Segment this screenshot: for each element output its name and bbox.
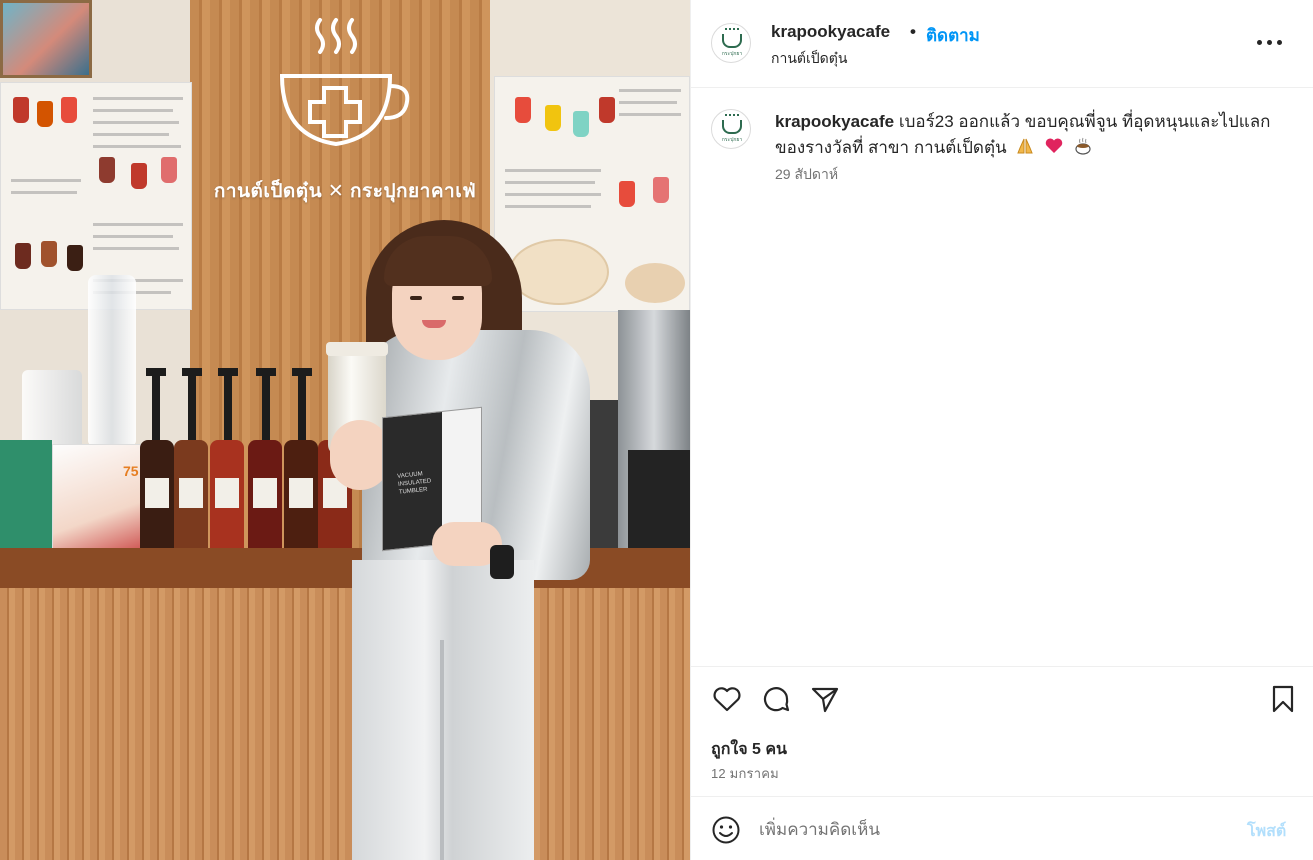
promo-price: 75 xyxy=(123,463,139,479)
post-actions: ถูกใจ 5 คน 12 มกราคม xyxy=(691,666,1313,796)
caption-block: กระปุกยา krapookyacafe เบอร์23 ออกแล้ว ข… xyxy=(691,88,1313,666)
red-heart-icon xyxy=(1045,138,1063,153)
syrup-bottle xyxy=(248,440,282,552)
separator-dot: • xyxy=(910,22,916,41)
counter-front xyxy=(0,588,690,860)
comment-input[interactable] xyxy=(759,815,1229,845)
syrup-bottle xyxy=(210,440,244,552)
wall-painting xyxy=(0,0,92,78)
cup-stack xyxy=(88,275,136,445)
username-link[interactable]: krapookyacafe xyxy=(771,22,890,42)
emoji-icon[interactable] xyxy=(711,815,741,845)
avatar[interactable]: กระปุกยา xyxy=(711,109,751,149)
caption-timestamp[interactable]: 29 สัปดาห์ xyxy=(775,164,838,186)
watch xyxy=(490,545,514,579)
cafe-logo-icon xyxy=(279,18,410,147)
caption: krapookyacafe เบอร์23 ออกแล้ว ขอบคุณพี่จ… xyxy=(775,109,1275,161)
follow-button[interactable]: ติดตาม xyxy=(926,22,980,49)
post-date[interactable]: 12 มกราคม xyxy=(711,763,779,784)
caption-username[interactable]: krapookyacafe xyxy=(775,112,894,131)
post-header: กระปุกยา krapookyacafe • ติดตาม กานต์เป็… xyxy=(691,0,1313,88)
folded-hands-icon xyxy=(1017,138,1034,154)
post-photo[interactable]: กานต์เป็ดตุ๋น ✕ กระปุกยาคาเฟ่ 75 VACUUM … xyxy=(0,0,690,860)
comment-bar: โพสต์ xyxy=(691,796,1313,860)
cafe-sign: กานต์เป็ดตุ๋น ✕ กระปุกยาคาเฟ่ xyxy=(213,181,477,202)
syrup-bottle xyxy=(140,440,174,552)
post-side-panel: กระปุกยา krapookyacafe • ติดตาม กานต์เป็… xyxy=(690,0,1313,860)
avatar[interactable]: กระปุกยา xyxy=(711,23,751,63)
blender-base xyxy=(628,450,690,550)
heart-icon[interactable] xyxy=(711,683,743,715)
post-comment-button[interactable]: โพสต์ xyxy=(1247,819,1286,844)
share-icon[interactable] xyxy=(809,683,841,715)
qr-card xyxy=(0,440,52,552)
instagram-post: กานต์เป็ดตุ๋น ✕ กระปุกยาคาเฟ่ 75 VACUUM … xyxy=(0,0,1313,860)
like-count[interactable]: ถูกใจ 5 คน xyxy=(711,737,787,762)
hot-beverage-icon xyxy=(1075,137,1091,155)
bookmark-icon[interactable] xyxy=(1267,683,1299,715)
more-options-icon[interactable] xyxy=(1256,28,1284,56)
syrup-bottle xyxy=(174,440,208,552)
cup-stack xyxy=(22,370,82,450)
location-link[interactable]: กานต์เป็ดตุ๋น xyxy=(771,48,847,70)
tumbler-lid xyxy=(326,342,388,356)
comment-icon[interactable] xyxy=(760,683,792,715)
menu-board-right xyxy=(494,76,690,312)
syrup-bottle xyxy=(284,440,318,552)
person-hand xyxy=(330,420,390,490)
